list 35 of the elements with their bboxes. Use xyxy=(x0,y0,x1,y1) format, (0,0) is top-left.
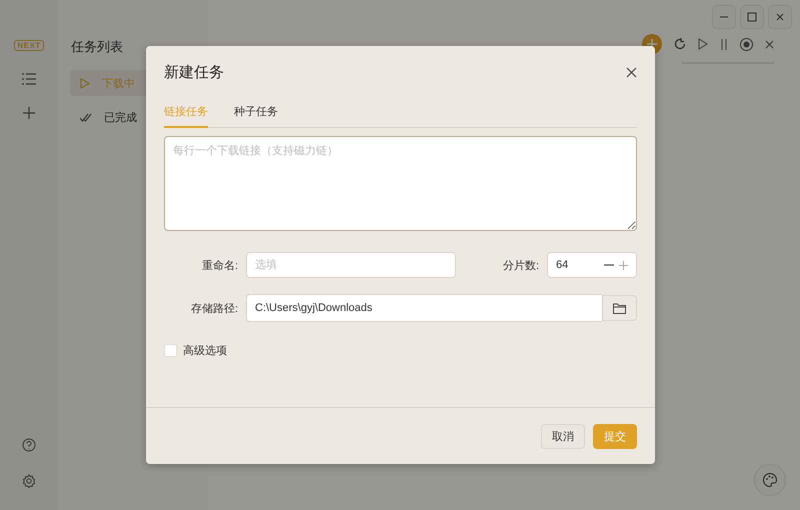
segments-field[interactable]: 64 xyxy=(547,252,637,278)
play-icon xyxy=(80,78,90,88)
minus-icon[interactable] xyxy=(604,264,614,266)
settings-icon[interactable] xyxy=(22,474,36,488)
plus-icon[interactable] xyxy=(619,260,628,270)
stop-icon[interactable] xyxy=(740,38,753,50)
refresh-icon[interactable] xyxy=(674,38,686,50)
close-button[interactable] xyxy=(768,5,792,29)
field-label: 重命名: xyxy=(200,258,238,272)
dialog-tab[interactable]: 种子任务 xyxy=(234,100,278,128)
maximize-icon xyxy=(747,12,757,22)
folder-icon xyxy=(613,302,626,314)
save-path-field[interactable]: C:\Users\gyj\Downloads xyxy=(246,294,602,322)
pause-icon[interactable] xyxy=(720,38,728,50)
list-icon[interactable] xyxy=(22,73,36,85)
field-label: 分片数: xyxy=(502,258,539,272)
help-icon[interactable] xyxy=(22,438,36,452)
rename-field[interactable]: 选填 xyxy=(246,252,456,278)
add-icon[interactable] xyxy=(23,107,35,119)
maximize-button[interactable] xyxy=(740,5,764,29)
advanced-checkbox[interactable] xyxy=(164,344,177,357)
close-icon[interactable] xyxy=(626,66,637,78)
close-icon xyxy=(775,12,785,22)
panel-title: 任务列表 xyxy=(71,38,124,56)
cancel-button[interactable]: 取消 xyxy=(541,424,585,448)
palette-button[interactable] xyxy=(754,464,786,496)
double-check-icon xyxy=(80,112,92,122)
checkbox-label: 高级选项 xyxy=(183,344,227,358)
app-logo: NEXT xyxy=(14,40,44,51)
field-label: 存储路径: xyxy=(190,302,238,316)
palette-icon xyxy=(762,472,778,488)
browse-button[interactable] xyxy=(602,295,637,321)
play-icon[interactable] xyxy=(698,38,708,50)
links-field[interactable]: 每行一个下载链接（支持磁力链） xyxy=(164,136,637,231)
close-icon[interactable] xyxy=(765,40,774,48)
